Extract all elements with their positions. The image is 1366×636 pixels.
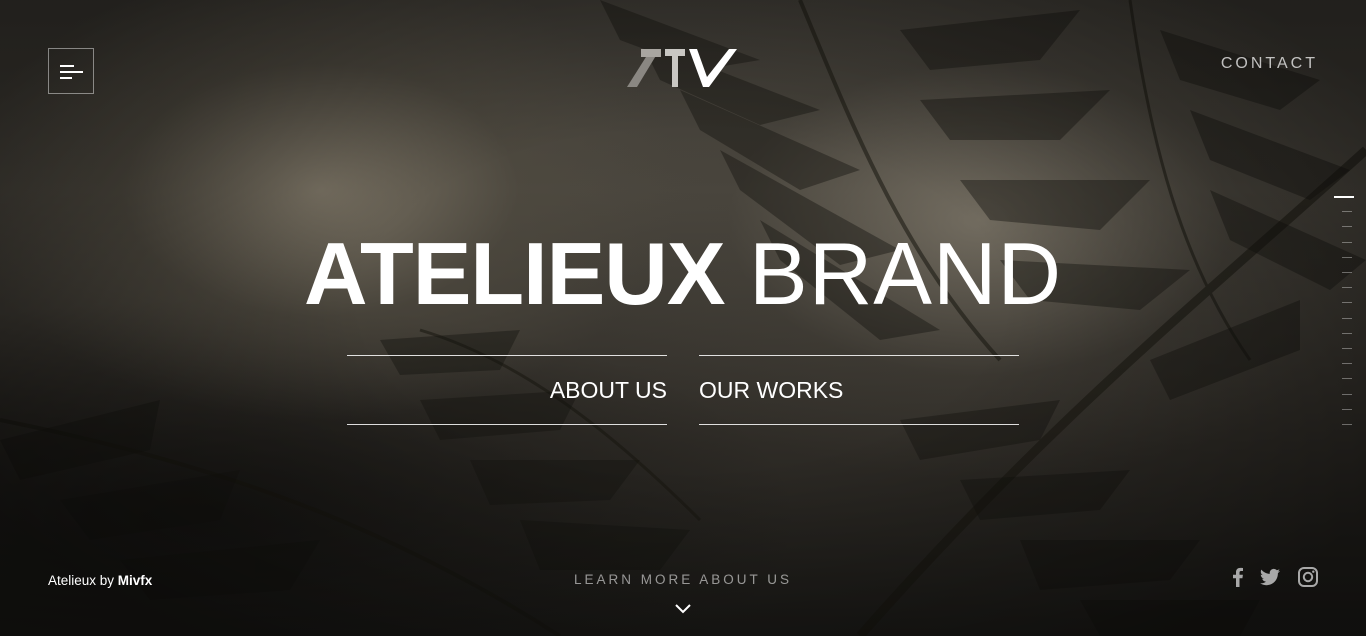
page-indicator-tick[interactable] xyxy=(1342,393,1352,395)
page-indicator-tick[interactable] xyxy=(1342,363,1352,365)
contact-link[interactable]: CONTACT xyxy=(1221,55,1318,73)
hamburger-menu-icon-line xyxy=(60,71,83,73)
facebook-link[interactable] xyxy=(1226,565,1250,589)
page-indicator-tick[interactable] xyxy=(1342,348,1352,349)
page-title: ATELIEUX BRAND xyxy=(0,224,1366,324)
chevron-down-icon[interactable] xyxy=(674,602,692,614)
learn-more-link[interactable]: LEARN MORE ABOUT US xyxy=(0,572,1366,587)
page-indicator-tick[interactable] xyxy=(1342,408,1352,410)
title-bold: ATELIEUX xyxy=(303,224,726,323)
twitter-link[interactable] xyxy=(1258,565,1282,589)
instagram-link[interactable] xyxy=(1296,565,1320,589)
page-indicator-tick-active[interactable] xyxy=(1334,196,1354,198)
hamburger-menu-icon-line xyxy=(60,77,72,79)
title-light: BRAND xyxy=(749,224,1063,323)
our-works-button[interactable]: OUR WORKS xyxy=(699,355,1019,425)
menu-button[interactable] xyxy=(48,48,94,94)
page-indicator-tick[interactable] xyxy=(1342,332,1352,334)
page-indicator-tick[interactable] xyxy=(1342,378,1352,380)
facebook-icon xyxy=(1233,567,1243,587)
atv-logo[interactable] xyxy=(627,47,739,89)
about-us-button[interactable]: ABOUT US xyxy=(347,355,667,425)
page-indicator-tick[interactable] xyxy=(1342,211,1352,213)
hamburger-menu-icon xyxy=(60,65,74,67)
twitter-icon xyxy=(1260,568,1280,586)
instagram-icon xyxy=(1298,567,1318,587)
page-indicator-tick[interactable] xyxy=(1342,424,1352,425)
hero-section: CONTACT ATELIEUX BRAND ABOUT US OUR WORK… xyxy=(0,0,1366,636)
